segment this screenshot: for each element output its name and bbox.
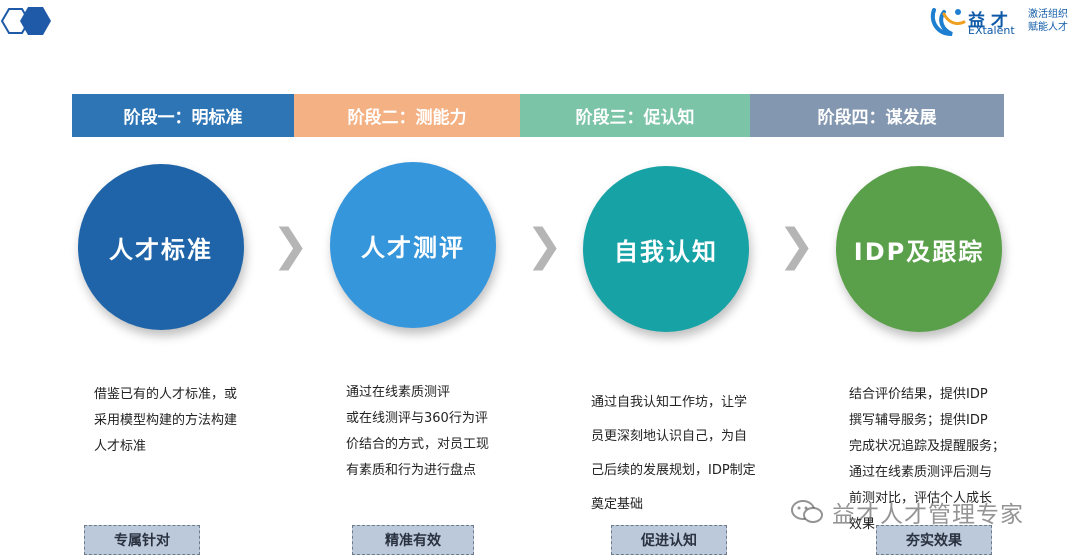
circle-talent-standard: 人才标准 xyxy=(78,164,244,330)
tag-stage-1: 专属针对 xyxy=(84,525,200,555)
brand-slogan: 激活组织 赋能人才 xyxy=(1028,9,1068,33)
stage-3-header: 阶段三：促认知 xyxy=(520,94,750,137)
watermark: 益才人才管理专家 xyxy=(790,494,1024,530)
chevron-right-icon: ❯ xyxy=(272,220,309,271)
stage-2-header: 阶段二：测能力 xyxy=(294,94,520,137)
stage-bar: 阶段一：明标准 阶段二：测能力 阶段三：促认知 阶段四：谋发展 xyxy=(72,94,1004,137)
circle-idp-tracking: IDP及跟踪 xyxy=(836,166,1002,332)
tag-stage-3: 促进认知 xyxy=(611,525,727,555)
brand-swirl-icon xyxy=(930,8,966,36)
description-stage-3: 通过自我认知工作坊，让学 员更深刻地认识自己，为自 己后续的发展规划，IDP制定… xyxy=(591,395,756,512)
stage-1-header: 阶段一：明标准 xyxy=(72,94,294,137)
circle-talent-assessment: 人才测评 xyxy=(330,162,496,328)
brand-sub: EXtalent xyxy=(968,24,1015,37)
tag-stage-2: 精准有效 xyxy=(352,525,474,555)
chevron-right-icon: ❯ xyxy=(526,220,563,271)
brand-logo: 益 才 EXtalent 激活组织 赋能人才 xyxy=(928,4,1078,40)
circle-self-awareness: 自我认知 xyxy=(583,166,749,332)
description-stage-2: 通过在线素质测评 或在线测评与360行为评 价结合的方式，对员工现 有素质和行为… xyxy=(346,385,490,478)
hexagon-decoration-icon xyxy=(0,2,54,40)
stage-4-header: 阶段四：谋发展 xyxy=(750,94,1004,137)
chevron-right-icon: ❯ xyxy=(778,220,815,271)
description-stage-1: 借鉴已有的人才标准，或 采用模型构建的方法构建 人才标准 xyxy=(94,387,238,454)
watermark-text: 益才人才管理专家 xyxy=(832,502,1024,528)
wechat-icon xyxy=(791,500,823,523)
